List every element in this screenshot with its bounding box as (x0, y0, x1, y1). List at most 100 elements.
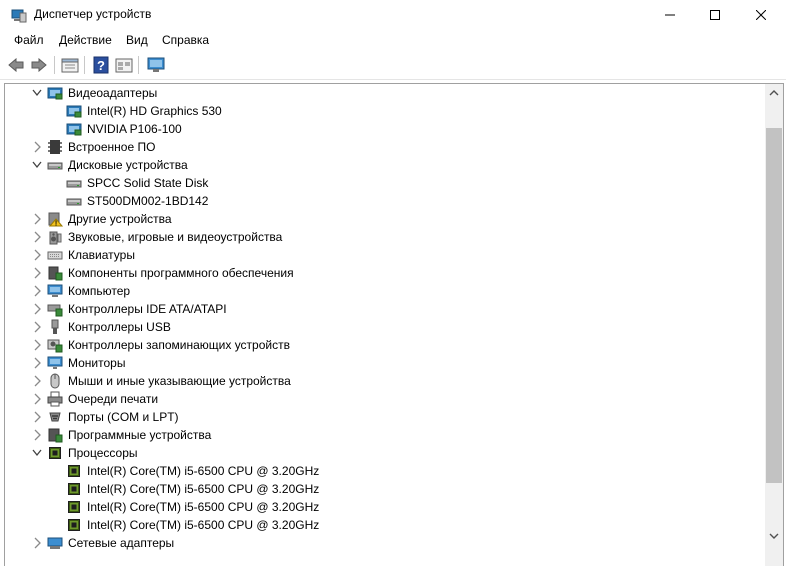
chevron-right-icon[interactable] (32, 321, 42, 333)
chevron-down-icon[interactable] (32, 447, 42, 459)
tree-item-label: SPCC Solid State Disk (87, 176, 209, 190)
view-button[interactable] (114, 55, 134, 75)
chevron-down-icon[interactable] (32, 87, 42, 99)
keyboard-icon (47, 251, 63, 260)
toolbar-separator (84, 56, 85, 74)
tree-item-label: Контроллеры запоминающих устройств (68, 338, 290, 352)
tree-category-row[interactable]: Сетевые адаптеры (5, 534, 765, 552)
tree-device-row[interactable]: SPCC Solid State Disk (5, 174, 765, 192)
tree-item-label: Программные устройства (68, 428, 212, 442)
chevron-right-icon[interactable] (32, 375, 42, 387)
tree-category-row[interactable]: Порты (COM и LPT) (5, 408, 765, 426)
disk-drive-icon (66, 198, 82, 206)
menu-view[interactable]: Вид (124, 32, 150, 48)
tree-category-row[interactable]: Дисковые устройства (5, 156, 765, 174)
tree-item-label: Мыши и иные указывающие устройства (68, 374, 291, 388)
tree-category-row[interactable]: Клавиатуры (5, 246, 765, 264)
processor-icon (68, 501, 80, 513)
menu-file[interactable]: Файл (12, 32, 46, 48)
tree-device-row[interactable]: NVIDIA P106-100 (5, 120, 765, 138)
back-button[interactable] (6, 55, 26, 75)
help-icon: ? (93, 56, 109, 74)
network-adapter-icon (47, 537, 63, 549)
menu-help[interactable]: Справка (160, 32, 211, 48)
device-manager-app-icon (11, 7, 27, 23)
chevron-right-icon[interactable] (32, 429, 42, 441)
tree-item-label: Клавиатуры (68, 248, 135, 262)
maximize-button[interactable] (692, 0, 738, 30)
tree-item-label: Intel(R) HD Graphics 530 (87, 104, 222, 118)
tree-item-label: Другие устройства (68, 212, 172, 226)
tree-category-row[interactable]: Видеоадаптеры (5, 84, 765, 102)
tree-category-row[interactable]: Процессоры (5, 444, 765, 462)
toolbar-separator (54, 56, 55, 74)
tree-category-row[interactable]: ! Другие устройства (5, 210, 765, 228)
scroll-up-icon[interactable] (769, 88, 779, 98)
chevron-right-icon[interactable] (32, 231, 42, 243)
chevron-right-icon[interactable] (32, 411, 42, 423)
tree-item-label: Дисковые устройства (68, 158, 188, 172)
tree-category-row[interactable]: Компьютер (5, 282, 765, 300)
minimize-icon (665, 14, 675, 16)
maximize-icon (710, 10, 720, 20)
scan-hardware-button[interactable] (146, 55, 166, 75)
chevron-right-icon[interactable] (32, 249, 42, 261)
tree-category-row[interactable]: Компоненты программного обеспечения (5, 264, 765, 282)
chevron-right-icon[interactable] (32, 303, 42, 315)
device-tree: Видеоадаптеры Intel(R) HD Graphics 530 NVI… (5, 84, 765, 566)
tree-category-row[interactable]: Контроллеры USB (5, 318, 765, 336)
tree-item-label: Сетевые адаптеры (68, 536, 175, 550)
display-adapter-icon (66, 105, 82, 118)
tree-item-label: Видеоадаптеры (68, 86, 158, 100)
computer-icon (47, 284, 63, 297)
close-button[interactable] (738, 0, 784, 30)
minimize-button[interactable] (647, 0, 693, 30)
tree-category-row[interactable]: Программные устройства (5, 426, 765, 444)
processor-icon (49, 447, 61, 459)
tree-device-row[interactable]: Intel(R) Core(TM) i5-6500 CPU @ 3.20GHz (5, 480, 765, 498)
tree-category-row[interactable]: Мыши и иные указывающие устройства (5, 372, 765, 390)
tree-device-row[interactable]: Intel(R) Core(TM) i5-6500 CPU @ 3.20GHz (5, 516, 765, 534)
tree-category-row[interactable]: Мониторы (5, 354, 765, 372)
view-icon (115, 58, 133, 73)
device-tree-panel: Видеоадаптеры Intel(R) HD Graphics 530 NVI… (4, 83, 784, 566)
forward-button[interactable] (29, 55, 49, 75)
chevron-right-icon[interactable] (32, 393, 42, 405)
scrollbar-thumb[interactable] (766, 128, 782, 483)
tree-device-row[interactable]: Intel(R) HD Graphics 530 (5, 102, 765, 120)
tree-category-row[interactable]: Звуковые, игровые и видеоустройства (5, 228, 765, 246)
chevron-right-icon[interactable] (32, 357, 42, 369)
chevron-right-icon[interactable] (32, 213, 42, 225)
tree-item-label: Intel(R) Core(TM) i5-6500 CPU @ 3.20GHz (87, 500, 320, 514)
help-button[interactable]: ? (91, 55, 111, 75)
tree-device-row[interactable]: Intel(R) Core(TM) i5-6500 CPU @ 3.20GHz (5, 498, 765, 516)
chevron-down-icon[interactable] (32, 159, 42, 171)
properties-button[interactable] (60, 55, 80, 75)
menu-action[interactable]: Действие (57, 32, 114, 48)
tree-category-row[interactable]: Контроллеры запоминающих устройств (5, 336, 765, 354)
chevron-right-icon[interactable] (32, 141, 42, 153)
tree-item-label: Мониторы (68, 356, 126, 370)
toolbar-separator (138, 56, 139, 74)
tree-device-row[interactable]: Intel(R) Core(TM) i5-6500 CPU @ 3.20GHz (5, 462, 765, 480)
vertical-scrollbar[interactable] (765, 84, 783, 566)
chevron-right-icon[interactable] (32, 267, 42, 279)
software-component-icon (48, 266, 63, 281)
chevron-right-icon[interactable] (32, 537, 42, 549)
tree-item-label: Контроллеры USB (68, 320, 171, 334)
tree-item-label: Процессоры (68, 446, 138, 460)
chevron-right-icon[interactable] (32, 339, 42, 351)
storage-controller-icon (47, 339, 63, 353)
tree-item-label: Компьютер (68, 284, 131, 298)
printer-icon (47, 391, 63, 407)
tree-category-row[interactable]: Очереди печати (5, 390, 765, 408)
tree-device-row[interactable]: ST500DM002-1BD142 (5, 192, 765, 210)
tree-category-row[interactable]: Встроенное ПО (5, 138, 765, 156)
tree-category-row[interactable]: Контроллеры IDE ATA/ATAPI (5, 300, 765, 318)
chevron-right-icon[interactable] (32, 285, 42, 297)
disk-drive-icon (47, 162, 63, 170)
tree-item-label: Контроллеры IDE ATA/ATAPI (68, 302, 227, 316)
tree-item-label: Звуковые, игровые и видеоустройства (68, 230, 283, 244)
scroll-down-icon[interactable] (769, 531, 779, 541)
tree-item-label: NVIDIA P106-100 (87, 122, 182, 136)
